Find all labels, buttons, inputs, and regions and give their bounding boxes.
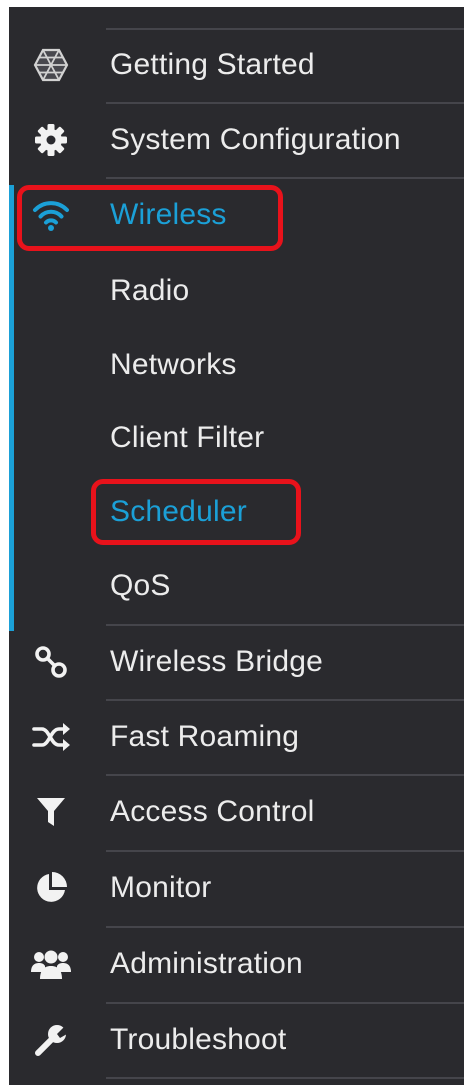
sidebar-subitem-label: Scheduler bbox=[110, 495, 247, 528]
sidebar-item-label: Getting Started bbox=[110, 48, 315, 81]
sidebar-subitem-qos[interactable]: QoS bbox=[9, 549, 464, 623]
sidebar-item-access-control[interactable]: Access Control bbox=[9, 775, 464, 849]
sidebar-subitem-networks[interactable]: Networks bbox=[9, 328, 464, 402]
gear-icon bbox=[31, 120, 71, 160]
sidebar-item-troubleshoot[interactable]: Troubleshoot bbox=[9, 1003, 464, 1077]
shuffle-icon bbox=[31, 717, 71, 757]
pie-chart-icon bbox=[31, 868, 71, 908]
sidebar-item-label: Fast Roaming bbox=[110, 720, 300, 753]
users-icon bbox=[31, 944, 71, 984]
wrench-icon bbox=[31, 1020, 71, 1060]
sidebar-item-monitor[interactable]: Monitor bbox=[9, 851, 464, 925]
sidebar-item-wireless-bridge[interactable]: Wireless Bridge bbox=[9, 625, 464, 699]
sidebar-subitem-label: QoS bbox=[110, 569, 171, 602]
sidebar-item-label: Wireless Bridge bbox=[110, 645, 324, 678]
sidebar-subitem-client-filter[interactable]: Client Filter bbox=[9, 401, 464, 475]
sidebar-subitem-label: Networks bbox=[110, 348, 237, 381]
sidebar-item-label: Wireless bbox=[110, 198, 227, 231]
sidebar-item-label: Troubleshoot bbox=[110, 1023, 287, 1056]
globe-icon bbox=[31, 45, 71, 85]
link-icon bbox=[31, 642, 71, 682]
sidebar-item-getting-started[interactable]: Getting Started bbox=[9, 28, 464, 102]
sidebar-item-administration[interactable]: Administration bbox=[9, 927, 464, 1001]
filter-icon bbox=[31, 792, 71, 832]
sidebar-subitem-scheduler[interactable]: Scheduler bbox=[9, 475, 464, 549]
sidebar-item-label: Monitor bbox=[110, 871, 212, 904]
sidebar-subitem-label: Client Filter bbox=[110, 421, 265, 454]
sidebar-item-fast-roaming[interactable]: Fast Roaming bbox=[9, 700, 464, 774]
sidebar-subitem-label: Radio bbox=[110, 274, 190, 307]
sidebar-item-system-configuration[interactable]: System Configuration bbox=[9, 103, 464, 177]
sidebar-item-label: Administration bbox=[110, 947, 303, 980]
sidebar-item-label: System Configuration bbox=[110, 123, 401, 156]
sidebar-nav: Getting Started System Configuration Wir… bbox=[9, 7, 464, 1085]
sidebar-item-label: Access Control bbox=[110, 795, 315, 828]
sidebar-subitem-radio[interactable]: Radio bbox=[9, 254, 464, 328]
wifi-icon bbox=[31, 195, 71, 235]
divider bbox=[106, 1077, 464, 1079]
sidebar-item-wireless[interactable]: Wireless bbox=[9, 178, 464, 252]
